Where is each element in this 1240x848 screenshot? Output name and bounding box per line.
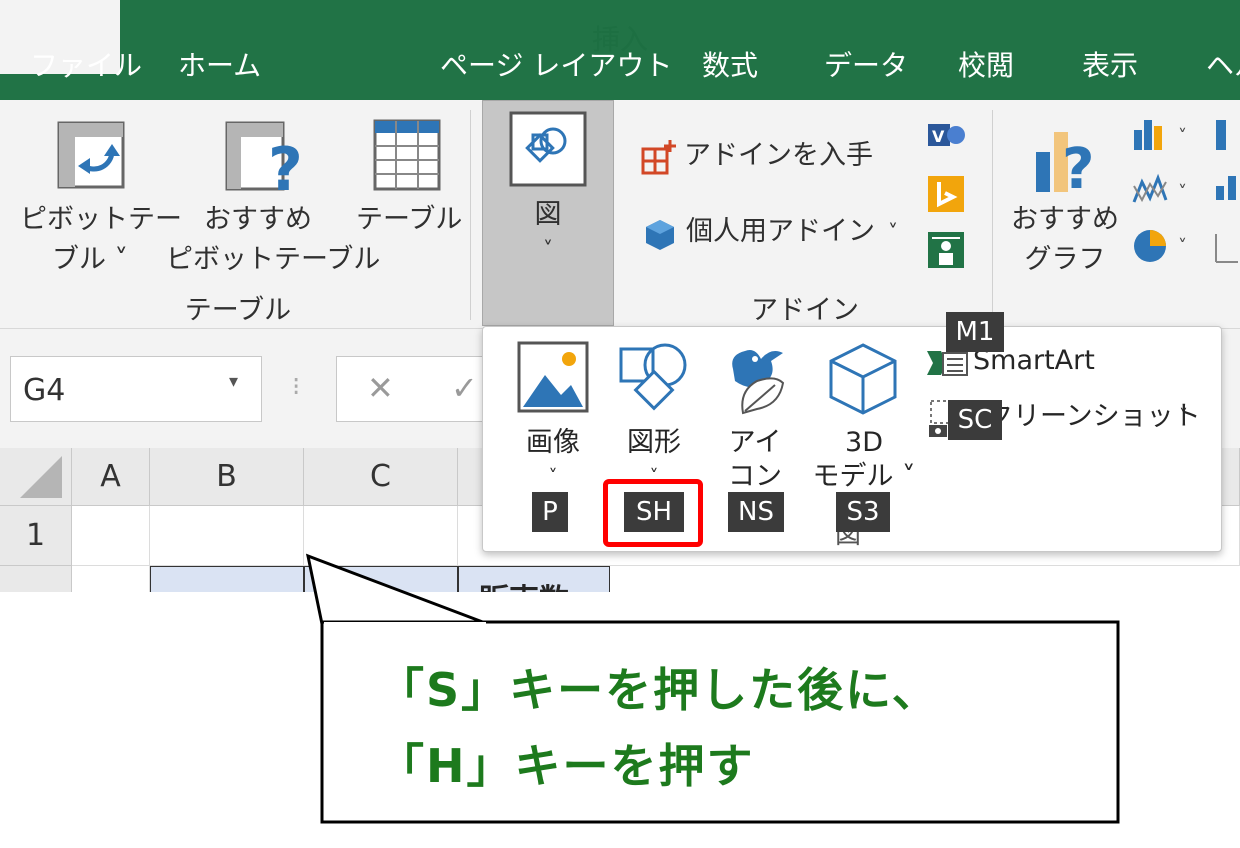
get-addins-label: アドインを入手 <box>684 140 873 171</box>
pictures-chevron-icon: ˅ <box>548 466 558 487</box>
personal-addins-label: 個人用アドイン <box>686 216 875 247</box>
svg-text:˅: ˅ <box>1178 126 1187 147</box>
recommended-pivot-label-2: ピボットテーブル <box>166 244 381 275</box>
cube-icon <box>646 220 674 250</box>
column-header-b[interactable]: B <box>150 448 304 506</box>
svg-text:?: ? <box>268 135 302 198</box>
pie-chart-icon[interactable]: ˅ <box>1130 226 1196 266</box>
shapes-button[interactable]: 図形 ˅ <box>611 341 697 491</box>
keytip-sc: SC <box>948 400 1002 440</box>
illustrations-chevron-icon: ˅ <box>543 237 553 261</box>
table-icon <box>373 119 441 191</box>
tab-review[interactable]: 校閲 <box>958 44 1014 84</box>
group-separator <box>470 110 471 320</box>
svg-text:V: V <box>932 127 945 146</box>
tab-formulas[interactable]: 数式 <box>702 44 758 84</box>
recommended-pivot-label-1: おすすめ <box>204 204 312 235</box>
svg-text:?: ? <box>1062 137 1094 196</box>
pivot-table-label-2: ブル ˅ <box>51 244 129 275</box>
shapes-icon <box>619 343 687 411</box>
picture-icon <box>517 341 589 413</box>
recommended-pivot-button[interactable]: ? おすすめ ピボットテーブル <box>166 114 381 284</box>
cell[interactable] <box>304 506 458 566</box>
get-addins-button[interactable]: アドインを入手 <box>640 136 880 180</box>
personal-addins-button[interactable]: 個人用アドイン ˅ <box>642 212 912 256</box>
3d-models-label-1: 3D <box>845 427 883 458</box>
tab-help[interactable]: ヘル <box>1206 44 1240 84</box>
name-box-chevron-icon: ▾ <box>229 371 239 392</box>
pictures-button[interactable]: 画像 ˅ <box>513 341 593 491</box>
line-chart-icon[interactable]: ˅ <box>1130 172 1196 212</box>
row-header-1[interactable]: 1 <box>0 506 72 566</box>
3d-models-label-2: モデル ˅ <box>812 461 916 492</box>
3d-models-button[interactable]: 3D モデル ˅ <box>809 341 919 511</box>
keytip-ns: NS <box>728 492 784 532</box>
grip-icon: ⁝ <box>292 372 301 402</box>
table-label: テーブル <box>356 204 463 235</box>
illustrations-icon <box>509 111 587 187</box>
cancel-icon[interactable]: ✕ <box>367 369 394 407</box>
keytip-sh-highlight <box>603 479 703 547</box>
recommended-charts-label-1: おすすめ <box>1011 204 1119 235</box>
callout-text-line2: 「H」キーを押す <box>378 739 755 793</box>
name-box[interactable]: G4 ▾ <box>10 356 262 422</box>
pivot-table-button[interactable]: ピボットテー ブル ˅ <box>20 114 182 284</box>
cell[interactable] <box>72 506 150 566</box>
column-header-a[interactable]: A <box>72 448 150 506</box>
callout-text-line1: 「S」キーを押した後に、 <box>378 663 940 717</box>
cell[interactable] <box>150 506 304 566</box>
table-button[interactable]: テーブル <box>356 114 463 284</box>
keytip-m1: M1 <box>946 312 1004 352</box>
icons-icon <box>732 350 785 415</box>
svg-text:˅: ˅ <box>1178 182 1187 203</box>
pivot-table-icon <box>57 121 125 189</box>
group-label-tables: テーブル <box>184 295 292 326</box>
tab-view[interactable]: 表示 <box>1082 44 1138 84</box>
formula-controls: ✕ ✓ <box>336 356 496 422</box>
name-box-value: G4 <box>23 373 66 408</box>
visio-icon[interactable]: V <box>926 118 966 152</box>
enter-icon[interactable]: ✓ <box>451 369 478 407</box>
3d-model-icon <box>829 343 897 415</box>
ribbon: ピボットテー ブル ˅ ? おすすめ ピボットテーブル テーブル テーブル 図 … <box>0 100 1240 328</box>
column-chart-icon[interactable]: ˅ <box>1130 116 1196 156</box>
pictures-label: 画像 <box>526 427 580 458</box>
recommended-charts-icon: ? <box>1036 132 1094 196</box>
icons-button[interactable]: アイ コン <box>717 341 793 511</box>
select-all-triangle-icon <box>20 456 62 498</box>
keytip-p: P <box>532 492 568 532</box>
personal-addins-chevron-icon: ˅ <box>888 220 898 244</box>
tab-page-layout[interactable]: ページ レイアウト <box>440 44 672 84</box>
store-icon <box>641 140 676 175</box>
more-charts-icon[interactable] <box>1214 116 1240 266</box>
tab-data[interactable]: データ <box>824 44 908 84</box>
bing-maps-icon[interactable] <box>926 174 966 214</box>
illustrations-button[interactable]: 図 ˅ <box>482 100 614 326</box>
shapes-label: 図形 <box>627 427 681 458</box>
screenshot-chevron-icon: ˅ <box>1179 406 1188 427</box>
group-label-addins: アドイン <box>751 295 859 326</box>
icons-label-1: アイ <box>728 427 782 458</box>
background <box>0 592 1240 848</box>
pivot-table-label-1: ピボットテー <box>20 204 182 235</box>
ribbon-tab-bar: ファイル ホーム 挿入 ページ レイアウト 数式 データ 校閲 表示 ヘル <box>0 0 1240 100</box>
recommended-pivot-icon: ? <box>225 121 302 198</box>
select-all-corner[interactable] <box>0 448 72 506</box>
people-graph-icon[interactable] <box>926 230 966 270</box>
svg-text:˅: ˅ <box>1178 236 1187 257</box>
keytip-s3: S3 <box>836 492 890 532</box>
column-header-c[interactable]: C <box>304 448 458 506</box>
recommended-charts-label-2: グラフ <box>1024 244 1106 275</box>
group-separator <box>992 110 993 320</box>
icons-label-2: コン <box>728 461 782 492</box>
recommended-charts-button[interactable]: ? おすすめ グラフ <box>1010 114 1120 284</box>
